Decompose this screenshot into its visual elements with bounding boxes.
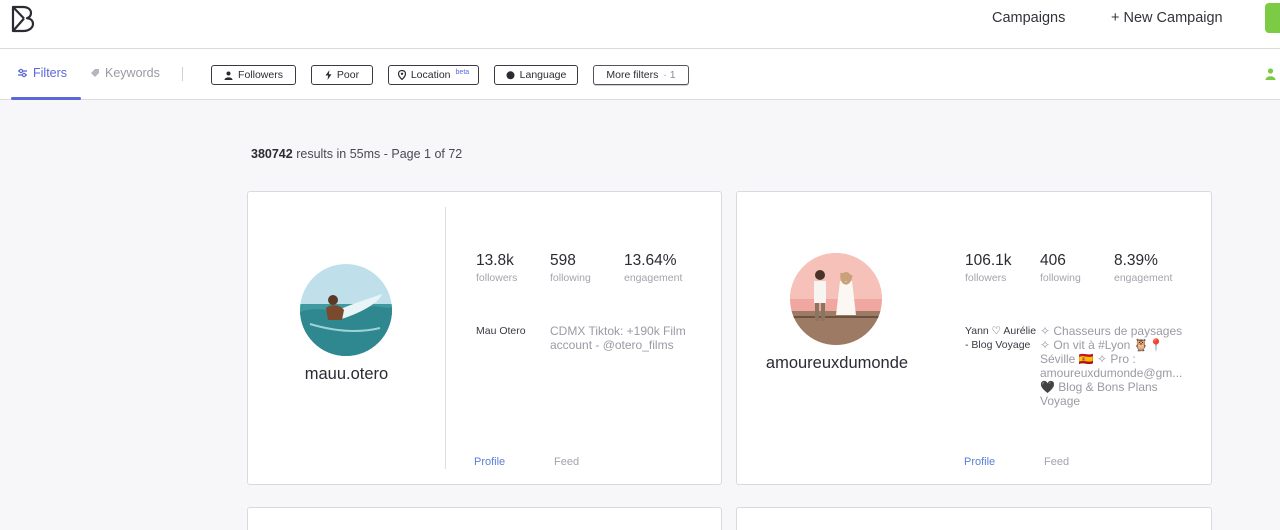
feed-link[interactable]: Feed xyxy=(1044,456,1069,468)
tag-icon xyxy=(91,69,99,77)
speech-bubble-icon xyxy=(506,70,515,79)
sliders-icon xyxy=(18,68,27,78)
bio: CDMX Tiktok: +190k Film account - @otero… xyxy=(550,324,686,352)
surfer-photo-icon xyxy=(300,264,392,356)
more-filters-count: · 1 xyxy=(663,69,676,81)
tab-filters-label: Filters xyxy=(33,66,68,80)
account-menu-button[interactable] xyxy=(1265,3,1280,33)
profile-link[interactable]: Profile xyxy=(964,456,995,468)
followers-count: 13.8k xyxy=(476,252,514,269)
more-filters-label: More filters xyxy=(606,69,659,81)
results-summary-text: results in 55ms - Page 1 of 72 xyxy=(296,147,463,161)
new-campaign-button[interactable]: + New Campaign xyxy=(1111,10,1223,26)
active-tab-indicator xyxy=(11,97,81,100)
following-count: 598 xyxy=(550,252,576,269)
language-filter-label: Language xyxy=(519,69,567,81)
bio: ✧ Chasseurs de paysages ✧ On vit à #Lyon… xyxy=(1040,324,1183,408)
filter-bar: Filters Keywords Followers Poor Location… xyxy=(0,49,1280,100)
influencer-card[interactable] xyxy=(736,507,1212,530)
location-filter-button[interactable]: Location beta xyxy=(388,65,479,85)
results-summary: 380742 results in 55ms - Page 1 of 72 xyxy=(251,147,462,161)
followers-stat: 13.8k followers xyxy=(476,252,517,284)
followers-filter-button[interactable]: Followers xyxy=(211,65,296,85)
following-count: 406 xyxy=(1040,252,1066,269)
location-pin-icon xyxy=(397,70,406,80)
person-icon xyxy=(224,71,233,80)
influencer-card[interactable] xyxy=(247,507,722,530)
following-stat: 406 following xyxy=(1040,252,1081,284)
avatar[interactable] xyxy=(300,264,392,356)
divider xyxy=(182,67,183,81)
location-filter-label: Location xyxy=(410,69,451,81)
followers-count: 106.1k xyxy=(965,252,1012,269)
followers-label: followers xyxy=(965,272,1007,284)
engagement-rate: 8.39% xyxy=(1114,252,1158,269)
tab-keywords[interactable]: Keywords xyxy=(90,66,160,80)
lightning-icon xyxy=(325,70,332,80)
results-count: 380742 xyxy=(251,147,293,161)
engagement-label: engagement xyxy=(1114,272,1173,284)
top-header: Campaigns + New Campaign xyxy=(0,0,1280,49)
following-stat: 598 following xyxy=(550,252,591,284)
influencer-card[interactable]: amoureuxdumonde 106.1k followers 406 fol… xyxy=(736,191,1212,485)
couple-photo-icon xyxy=(790,253,882,345)
followers-stat: 106.1k followers xyxy=(965,252,1012,284)
language-filter-button[interactable]: Language xyxy=(494,65,578,85)
brand-logo-icon[interactable] xyxy=(10,5,36,33)
followers-label: followers xyxy=(476,272,518,284)
engagement-filter-label: Poor xyxy=(336,69,360,81)
full-name: Mau Otero xyxy=(476,325,526,337)
engagement-stat: 13.64% engagement xyxy=(624,252,682,284)
influencer-card[interactable]: mauu.otero 13.8k followers 598 following… xyxy=(247,191,722,485)
feed-link[interactable]: Feed xyxy=(554,456,579,468)
tab-keywords-label: Keywords xyxy=(105,66,160,80)
profile-link[interactable]: Profile xyxy=(474,456,505,468)
card-divider xyxy=(445,207,446,469)
engagement-label: engagement xyxy=(624,272,683,284)
followers-filter-label: Followers xyxy=(238,69,283,81)
username: mauu.otero xyxy=(304,365,389,383)
full-name: Yann ♡ Aurélie - Blog Voyage xyxy=(965,325,1037,351)
engagement-stat: 8.39% engagement xyxy=(1114,252,1172,284)
avatar[interactable] xyxy=(790,253,882,345)
nav-campaigns-link[interactable]: Campaigns xyxy=(992,10,1065,26)
engagement-filter-button[interactable]: Poor xyxy=(311,65,373,85)
user-icon[interactable] xyxy=(1265,68,1276,80)
username: amoureuxdumonde xyxy=(765,354,909,372)
beta-badge: beta xyxy=(455,68,470,76)
following-label: following xyxy=(1040,272,1081,284)
tab-filters[interactable]: Filters xyxy=(17,66,67,80)
engagement-rate: 13.64% xyxy=(624,252,677,269)
following-label: following xyxy=(550,272,591,284)
more-filters-button[interactable]: More filters · 1 xyxy=(593,65,689,85)
